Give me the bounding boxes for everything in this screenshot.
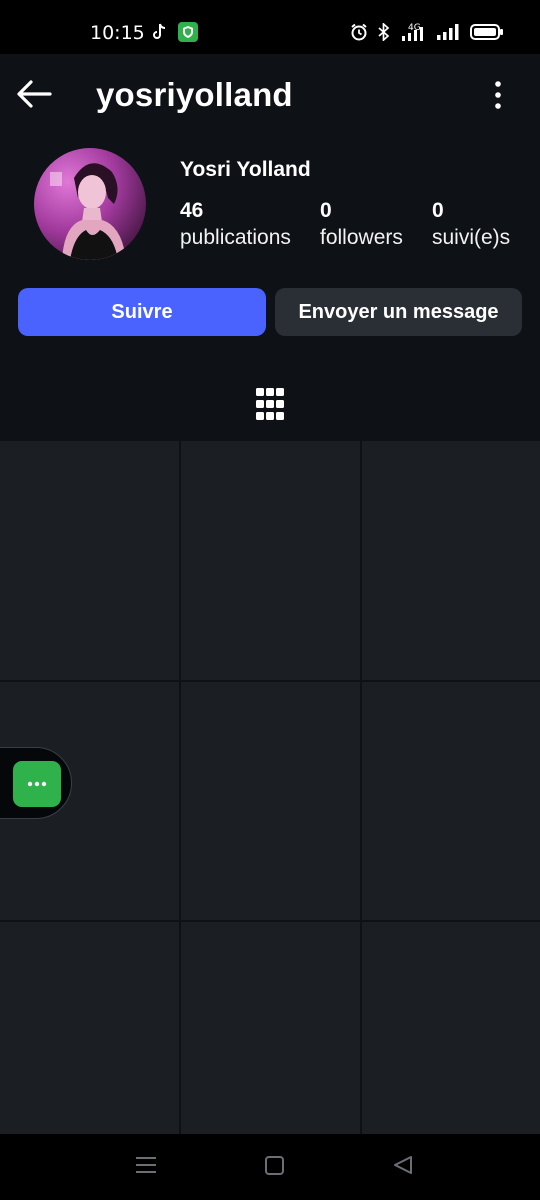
status-bar: 10:15 4G xyxy=(0,0,540,54)
floating-widget-button[interactable] xyxy=(13,761,61,807)
4g-signal-icon: 4G xyxy=(402,23,423,41)
display-name: Yosri Yolland xyxy=(180,158,311,181)
post-thumbnail[interactable] xyxy=(0,922,179,1134)
post-thumbnail[interactable] xyxy=(181,922,360,1134)
more-horizontal-icon xyxy=(27,781,47,787)
status-time: 10:15 xyxy=(90,22,145,44)
stat-label: followers xyxy=(320,226,403,249)
tiktok-icon xyxy=(153,23,166,39)
status-left-icons xyxy=(152,22,198,42)
back-button[interactable] xyxy=(14,78,58,114)
floating-chat-widget[interactable] xyxy=(0,747,72,819)
security-shield-icon xyxy=(178,22,198,42)
arrow-left-icon xyxy=(17,80,52,108)
page-title: yosriyolland xyxy=(96,76,293,113)
stat-following[interactable]: 0 suivi(e)s xyxy=(432,198,510,252)
back-nav-button[interactable] xyxy=(392,1154,414,1181)
recent-apps-icon xyxy=(136,1157,156,1173)
grid-icon xyxy=(256,388,284,420)
posts-grid xyxy=(0,441,540,1134)
status-right-icons: 4G xyxy=(350,22,504,42)
more-vertical-icon xyxy=(495,81,501,109)
back-icon xyxy=(394,1156,412,1174)
stat-label: suivi(e)s xyxy=(432,226,511,249)
stat-value: 0 xyxy=(432,199,444,222)
signal-icon xyxy=(437,24,459,40)
battery-icon xyxy=(470,24,503,40)
recent-apps-button[interactable] xyxy=(135,1154,157,1181)
post-thumbnail[interactable] xyxy=(362,682,540,920)
app-header: yosriyolland xyxy=(0,54,540,140)
more-options-button[interactable] xyxy=(490,80,506,110)
bluetooth-icon xyxy=(378,23,390,41)
post-thumbnail[interactable] xyxy=(181,682,360,920)
stat-value: 0 xyxy=(320,199,332,222)
tab-posts-grid[interactable] xyxy=(255,387,285,421)
system-nav-bar xyxy=(0,1134,540,1200)
follow-button[interactable]: Suivre xyxy=(18,288,266,336)
send-message-button[interactable]: Envoyer un message xyxy=(275,288,522,336)
avatar-image xyxy=(34,148,146,260)
home-icon xyxy=(265,1156,284,1175)
post-thumbnail[interactable] xyxy=(362,922,540,1134)
stat-label: publications xyxy=(180,226,291,249)
post-thumbnail[interactable] xyxy=(181,441,360,680)
post-thumbnail[interactable] xyxy=(362,441,540,680)
post-thumbnail[interactable] xyxy=(0,441,179,680)
home-button[interactable] xyxy=(264,1154,286,1181)
stat-followers[interactable]: 0 followers xyxy=(320,198,403,252)
alarm-icon xyxy=(351,23,367,41)
avatar[interactable] xyxy=(34,148,146,260)
stat-publications[interactable]: 46 publications xyxy=(180,198,291,252)
stat-value: 46 xyxy=(180,199,204,222)
